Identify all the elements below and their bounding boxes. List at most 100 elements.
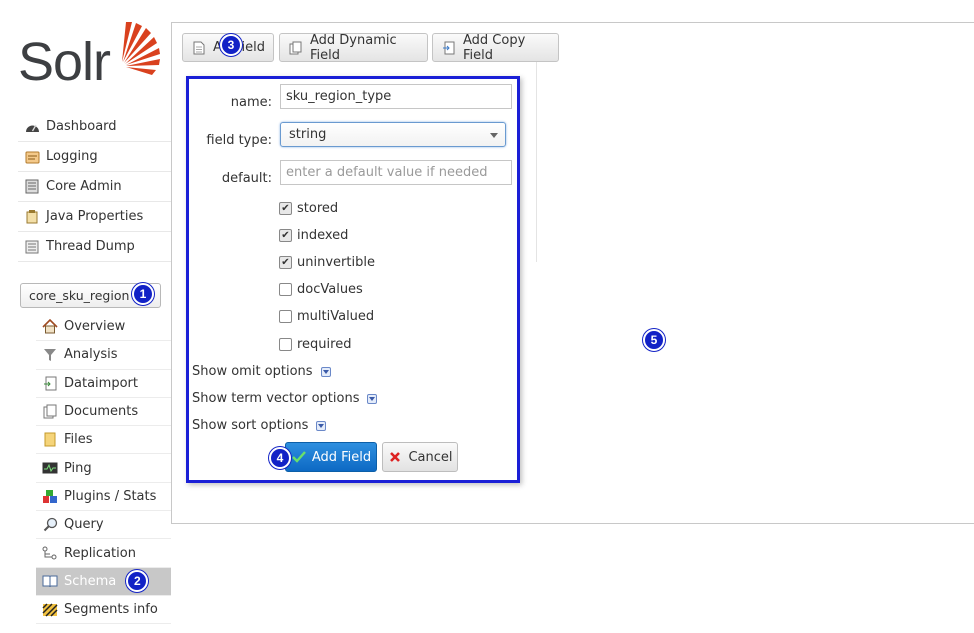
field-type-label: field type: (206, 133, 272, 148)
uninvertible-checkbox[interactable]: ✔ (279, 256, 292, 269)
show-term-vector-options-label: Show term vector options (192, 391, 360, 406)
uninvertible-option[interactable]: ✔ uninvertible (279, 255, 375, 270)
annotation-badge-1: 1 (132, 283, 154, 305)
sidebar-item-ping[interactable]: Ping (36, 454, 171, 483)
solr-logo[interactable]: Solr (18, 18, 160, 94)
sidebar-item-thread-dump[interactable]: Thread Dump (18, 232, 171, 262)
checkbox-label: indexed (297, 228, 349, 243)
sidebar-item-documents[interactable]: Documents (36, 398, 171, 427)
multivalued-checkbox[interactable] (279, 310, 292, 323)
sidebar-item-label: Files (64, 432, 93, 448)
sidebar-item-dashboard[interactable]: Dashboard (18, 112, 171, 142)
sidebar-item-dataimport[interactable]: Dataimport (36, 370, 171, 398)
indexed-option[interactable]: ✔ indexed (279, 228, 348, 243)
checkbox-label: uninvertible (297, 255, 375, 270)
documents-icon (42, 404, 58, 420)
document-icon (191, 40, 207, 56)
checkbox-label: stored (297, 201, 339, 216)
logo-text: Solr (18, 32, 111, 92)
show-omit-options[interactable]: Show omit options (192, 364, 331, 379)
show-omit-options-label: Show omit options (192, 364, 313, 379)
core-selector-value: core_sku_region (29, 288, 130, 303)
sidebar-item-core-admin[interactable]: Core Admin (18, 172, 171, 202)
default-input[interactable] (280, 160, 512, 185)
solr-sunburst-icon (122, 22, 160, 75)
sidebar-item-segments-info[interactable]: Segments info (36, 596, 171, 625)
sidebar-item-replication[interactable]: Replication (36, 539, 171, 568)
required-checkbox[interactable] (279, 338, 292, 351)
home-icon (42, 319, 58, 335)
cancel-label: Cancel (408, 449, 453, 465)
cancel-button[interactable]: Cancel (382, 442, 458, 472)
plugins-icon (42, 488, 58, 504)
add-dynamic-field-button[interactable]: Add Dynamic Field (279, 32, 428, 63)
folder-icon (42, 432, 58, 448)
field-type-value: string (289, 127, 327, 142)
stored-checkbox[interactable]: ✔ (279, 202, 292, 215)
sidebar-item-label: Schema (64, 573, 117, 589)
sidebar-item-plugins-stats[interactable]: Plugins / Stats (36, 483, 171, 512)
core-admin-icon (24, 179, 40, 195)
annotation-badge-4: 4 (269, 447, 291, 469)
annotation-badge-2: 2 (126, 570, 149, 593)
sidebar-item-java-properties[interactable]: Java Properties (18, 202, 171, 232)
checkbox-label: multiValued (297, 309, 375, 324)
sidebar-item-logging[interactable]: Logging (18, 142, 171, 172)
field-type-select[interactable]: string (280, 122, 506, 147)
expand-icon (316, 420, 327, 431)
required-option[interactable]: required (279, 337, 351, 352)
add-copy-field-button[interactable]: Add Copy Field (432, 32, 559, 63)
sidebar-item-label: Segments info (64, 602, 158, 618)
thread-dump-icon (24, 239, 40, 255)
sidebar-item-label: Ping (64, 460, 92, 476)
schema-field-list-divider (536, 62, 537, 262)
name-label: name: (230, 95, 272, 110)
sidebar-item-label: Dashboard (46, 119, 117, 134)
ping-icon (42, 460, 58, 476)
default-label: default: (221, 171, 272, 186)
copy-document-icon (288, 40, 304, 56)
sidebar-item-label: Overview (64, 319, 126, 335)
expand-icon (367, 393, 378, 404)
sidebar-item-schema[interactable]: Schema 2 (36, 567, 171, 596)
dropdown-caret-icon (490, 133, 498, 138)
sidebar-item-query[interactable]: Query (36, 511, 171, 540)
core-nav: Overview Analysis Dataimport Documents F… (36, 313, 171, 625)
show-term-vector-options[interactable]: Show term vector options (192, 391, 378, 406)
sidebar-item-label: Replication (64, 545, 136, 561)
sidebar-item-label: Documents (64, 404, 139, 420)
global-nav: Dashboard Logging Core Admin Java Proper… (18, 112, 171, 262)
import-icon (42, 375, 58, 391)
name-input[interactable] (280, 84, 512, 109)
multivalued-option[interactable]: multiValued (279, 309, 374, 324)
expand-icon (320, 366, 331, 377)
sidebar-item-label: Thread Dump (46, 239, 135, 254)
sidebar-item-label: Core Admin (46, 179, 122, 194)
sidebar-item-files[interactable]: Files (36, 426, 171, 455)
logging-icon (24, 149, 40, 165)
add-dynamic-field-label: Add Dynamic Field (310, 32, 397, 63)
stored-option[interactable]: ✔ stored (279, 201, 338, 216)
submit-add-field-label: Add Field (311, 449, 372, 465)
funnel-icon (42, 347, 58, 363)
book-icon (42, 573, 58, 589)
close-icon (387, 449, 403, 465)
sidebar-item-overview[interactable]: Overview (36, 313, 171, 342)
sidebar-item-label: Plugins / Stats (64, 488, 157, 504)
docvalues-checkbox[interactable] (279, 283, 292, 296)
add-copy-field-label: Add Copy Field (463, 32, 526, 63)
annotation-badge-5: 5 (643, 329, 665, 351)
java-properties-icon (24, 209, 40, 225)
sidebar-item-analysis[interactable]: Analysis (36, 341, 171, 370)
docvalues-option[interactable]: docValues (279, 282, 363, 297)
submit-add-field-button[interactable]: Add Field (285, 442, 377, 472)
segments-icon (42, 602, 58, 618)
sidebar-item-label: Dataimport (64, 375, 138, 391)
add-field-button-label-suffix: ield (241, 40, 265, 55)
show-sort-options[interactable]: Show sort options (192, 418, 327, 433)
add-field-form: name: field type: string default: ✔ stor… (186, 76, 520, 483)
replication-icon (42, 545, 58, 561)
indexed-checkbox[interactable]: ✔ (279, 229, 292, 242)
checkbox-label: docValues (297, 282, 363, 297)
checkbox-label: required (297, 337, 352, 352)
